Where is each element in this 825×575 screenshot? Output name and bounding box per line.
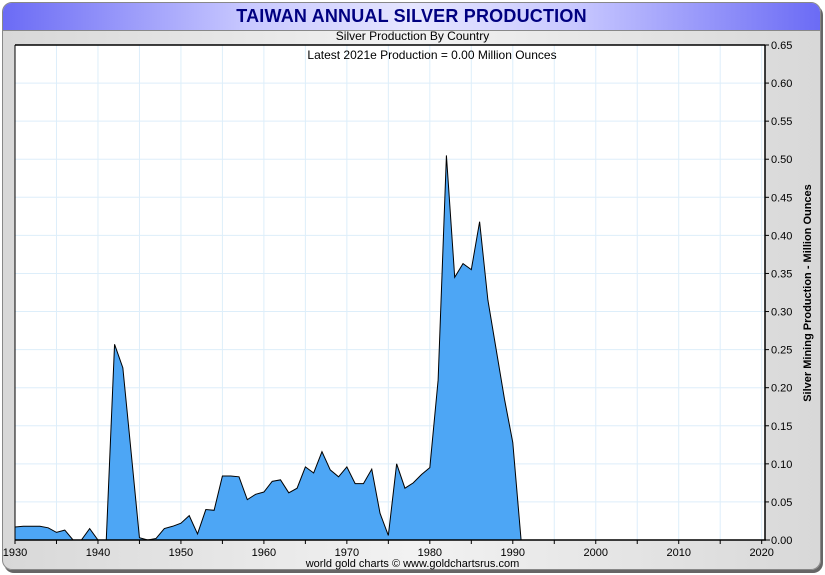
y-tick-label: 0.20 [771,383,792,395]
y-tick-label: 0.45 [771,192,792,204]
chart-svg: 0.00 0.05 0.10 0.15 0.20 0.25 0.30 0.35 0.40 0.45… [3,40,814,559]
y-tick-label: 0.55 [771,116,792,128]
y-tick-label: 0.60 [771,78,792,90]
x-tick-label: 1950 [169,547,193,559]
x-tick-label: 2000 [584,547,608,559]
x-tick-label: 1930 [3,547,27,559]
y-tick-label: 0.25 [771,345,792,357]
y-tick-label: 0.30 [771,307,792,319]
y-tick-label: 0.65 [771,40,792,52]
x-tick-label: 1990 [501,547,525,559]
x-tick-label: 2020 [749,547,773,559]
y-tick-label: 0.35 [771,268,792,280]
x-tick-label: 1970 [335,547,359,559]
y-tick-label: 0.10 [771,459,792,471]
y-tick-label: 0.50 [771,154,792,166]
y-tick-label: 0.40 [771,230,792,242]
chart-annotation: Latest 2021e Production = 0.00 Million O… [307,48,556,62]
y-axis-title: Silver Mining Production - Million Ounce… [802,184,814,402]
y-tick-label: 0.05 [771,497,792,509]
x-tick-label: 1960 [252,547,276,559]
y-tick-label: 0.15 [771,421,792,433]
y-tick-label: 0.00 [771,535,792,547]
x-tick-label: 2010 [666,547,690,559]
x-tick-label: 1980 [418,547,442,559]
x-tick-label: 1940 [86,547,110,559]
